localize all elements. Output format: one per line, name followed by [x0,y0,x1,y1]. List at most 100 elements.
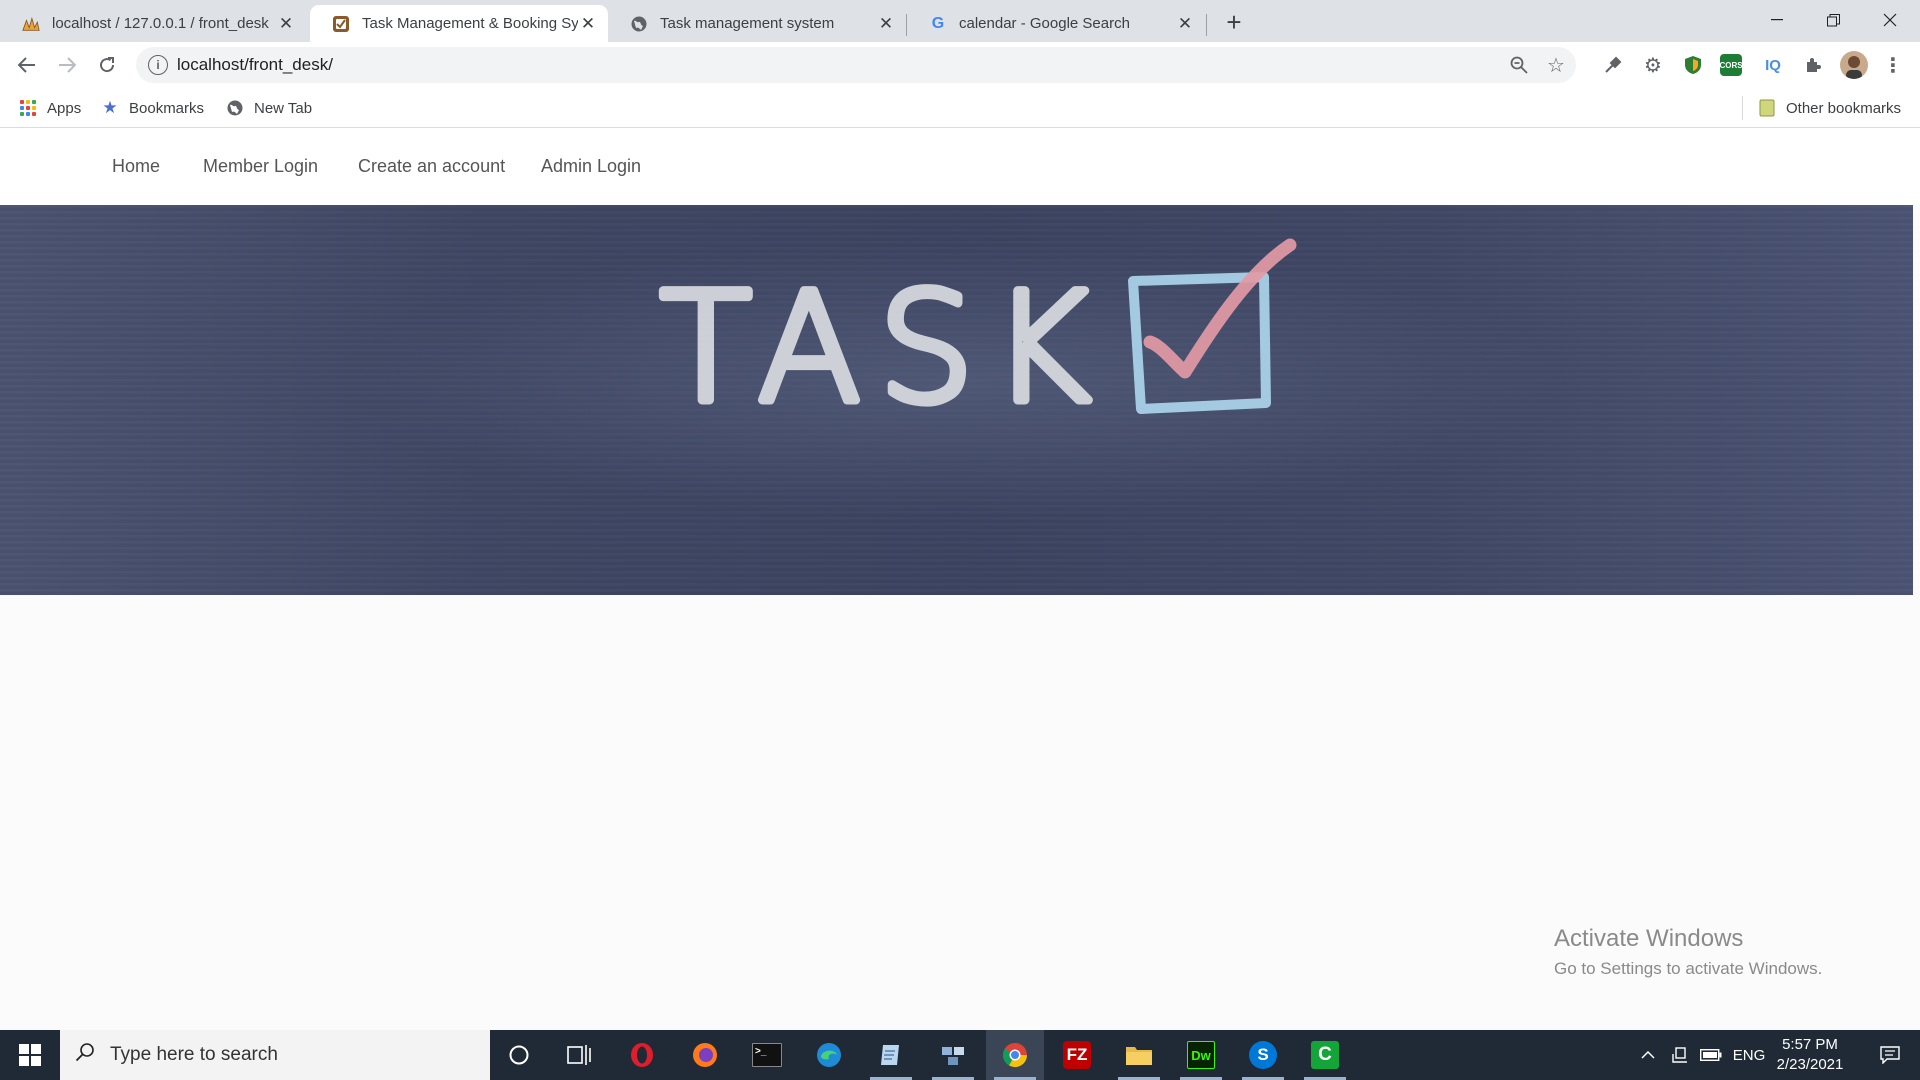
back-button[interactable] [11,49,43,81]
taskbar-chrome[interactable] [986,1030,1044,1080]
menu-kebab-icon[interactable]: ⋮ [1880,52,1906,78]
taskbar-notepad[interactable] [862,1030,920,1080]
iq-extension-icon[interactable]: IQ [1760,52,1786,78]
restore-button[interactable] [1805,0,1861,40]
opera-icon [628,1041,656,1069]
bookmark-star-icon[interactable]: ☆ [1542,51,1570,79]
show-hidden-icons-chevron[interactable] [1636,1030,1660,1080]
address-text[interactable]: localhost/front_desk/ [177,55,333,75]
dreamweaver-icon: Dw [1187,1041,1215,1069]
site-info-icon[interactable]: i [148,55,168,75]
bookmark-label: Apps [47,99,82,117]
new-tab-button[interactable]: + [1220,7,1248,37]
tab-phpmyadmin[interactable]: localhost / 127.0.0.1 / front_desk ✕ [0,5,306,42]
minimize-button[interactable] [1749,0,1805,40]
battery-tray-icon[interactable] [1697,1030,1725,1080]
hero-task-word: TASK [660,262,1108,436]
firefox-icon [691,1041,719,1069]
web-page: Home Member Login Create an account Admi… [0,128,1920,1030]
hero-banner: TASK [0,205,1913,595]
filezilla-icon: FZ [1063,1041,1091,1069]
apps-grid-icon [19,99,37,117]
tab-title: Task Management & Booking System [362,15,578,32]
cortana-button[interactable] [490,1030,548,1080]
bookmark-bookmarks[interactable]: ★ Bookmarks [101,97,204,119]
notification-center-icon[interactable] [1864,1030,1916,1080]
tab-title: Task management system [660,15,835,32]
gear-extension-icon[interactable]: ⚙ [1640,52,1666,78]
globe-icon [630,15,648,33]
taskbar-search-box[interactable]: Type here to search [60,1030,490,1080]
nav-home[interactable]: Home [112,156,160,177]
clock-time: 5:57 PM [1782,1036,1838,1053]
eyedropper-extension-icon[interactable] [1600,52,1626,78]
task-view-icon [567,1045,591,1065]
taskbar-skype[interactable]: S [1234,1030,1292,1080]
folder-icon [1758,99,1776,117]
activate-windows-watermark: Activate Windows Go to Settings to activ… [1554,925,1822,979]
network-tray-icon[interactable] [1666,1030,1694,1080]
taskbar-terminal[interactable]: >_ [738,1030,796,1080]
close-icon[interactable]: ✕ [876,14,896,34]
nav-member-login[interactable]: Member Login [203,156,318,177]
globe-icon [226,99,244,117]
close-icon[interactable]: ✕ [578,14,598,34]
bookmark-new-tab[interactable]: New Tab [226,97,312,119]
taskbar-filezilla[interactable]: FZ [1048,1030,1106,1080]
camtasia-icon: C [1311,1041,1339,1069]
nav-create-account[interactable]: Create an account [358,156,505,177]
close-window-button[interactable] [1862,0,1918,40]
close-icon[interactable]: ✕ [1175,14,1195,34]
bookmark-label: New Tab [254,99,313,117]
taskbar-clock[interactable]: 5:57 PM 2/23/2021 [1760,1035,1860,1075]
close-icon[interactable]: ✕ [276,14,296,34]
phpmyadmin-icon [22,15,40,33]
skype-icon: S [1249,1041,1277,1069]
taskbar-network-app[interactable] [924,1030,982,1080]
tab-title: localhost / 127.0.0.1 / front_desk [52,15,269,32]
browser-tab-strip: localhost / 127.0.0.1 / front_desk ✕ Tas… [0,0,1920,42]
tab-google-search[interactable]: G calendar - Google Search ✕ [907,5,1205,42]
task-view-button[interactable] [550,1030,608,1080]
reload-button[interactable] [91,49,123,81]
watermark-title: Activate Windows [1554,925,1744,952]
cors-extension-icon[interactable]: CORS [1719,54,1743,76]
start-button[interactable] [0,1030,60,1080]
site-icon [332,15,350,33]
browser-toolbar: i localhost/front_desk/ ☆ ⚙ CORS IQ ⋮ [0,42,1920,88]
tab-task-management-system[interactable]: Task management system ✕ [608,5,906,42]
shield-extension-icon[interactable] [1680,52,1706,78]
tab-task-management-booking[interactable]: Task Management & Booking System ✕ [310,5,608,42]
tab-title: calendar - Google Search [959,15,1130,32]
forward-button[interactable] [51,49,83,81]
network-app-icon [939,1041,967,1069]
tab-separator [1206,14,1207,36]
hero-chalkboard-art: TASK [656,238,1297,441]
puzzle-extensions-icon[interactable] [1800,52,1826,78]
terminal-icon: >_ [752,1043,782,1067]
taskbar-opera[interactable] [613,1030,671,1080]
taskbar-edge[interactable] [800,1030,858,1080]
taskbar-firefox[interactable] [676,1030,734,1080]
taskbar-file-explorer[interactable] [1110,1030,1168,1080]
bookmarks-separator [1742,96,1743,120]
bookmarks-bar: Apps ★ Bookmarks New Tab Other bookmarks [0,88,1920,128]
bookmark-apps[interactable]: Apps [19,97,81,119]
taskbar-camtasia[interactable]: C [1296,1030,1354,1080]
notepad-icon [877,1041,905,1069]
bookmark-label: Bookmarks [129,99,205,117]
other-bookmarks-folder[interactable]: Other bookmarks [1758,97,1901,119]
google-icon: G [931,14,945,32]
taskbar-dreamweaver[interactable]: Dw [1172,1030,1230,1080]
clock-date: 2/23/2021 [1776,1056,1844,1073]
watermark-subtitle: Go to Settings to activate Windows. [1554,959,1823,978]
chrome-icon [1001,1041,1029,1069]
windows-logo-icon [19,1044,41,1066]
site-navigation: Home Member Login Create an account Admi… [0,128,1920,205]
zoom-icon[interactable] [1505,51,1533,79]
address-bar[interactable]: i localhost/front_desk/ ☆ [136,47,1576,83]
profile-avatar-icon[interactable] [1840,51,1868,79]
search-icon [60,1042,110,1068]
nav-admin-login[interactable]: Admin Login [541,156,641,177]
folder-icon [1125,1041,1153,1069]
